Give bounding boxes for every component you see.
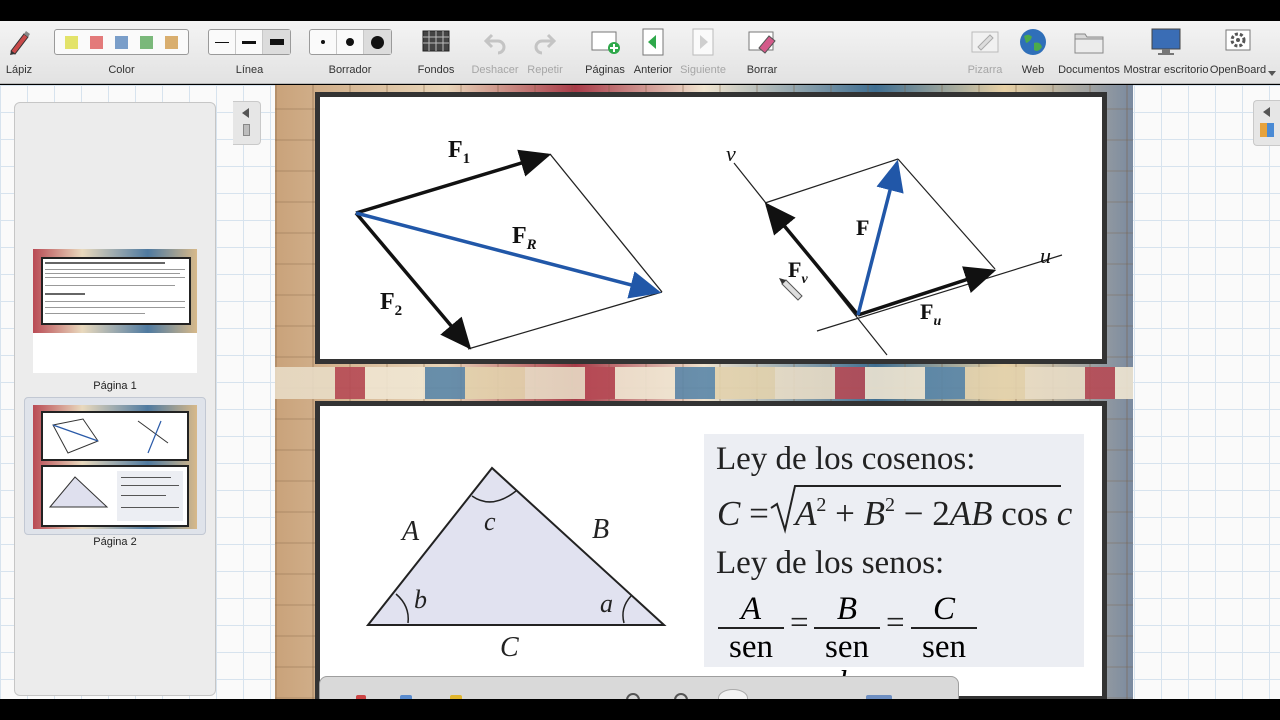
color-swatch-red[interactable] xyxy=(90,35,103,49)
fv-vector xyxy=(764,202,860,317)
angle-b-label: b xyxy=(414,585,427,614)
library-panel-tab[interactable] xyxy=(1253,100,1280,146)
clear-eraser-icon xyxy=(747,27,777,57)
eraser-size-options xyxy=(308,29,392,55)
documents-button[interactable]: Documentos xyxy=(1058,21,1120,84)
page-thumbnail-1[interactable]: Página 1 xyxy=(33,249,197,392)
page-content[interactable]: F1 F2 FR v u F Fv Fu A B C c b a Ley de … xyxy=(275,85,1133,699)
color-swatch-orange[interactable] xyxy=(165,35,178,49)
angle-a-label: a xyxy=(600,589,613,618)
library-icon xyxy=(1260,123,1274,137)
previous-page-button[interactable]: Anterior xyxy=(634,21,672,84)
line-thin-option[interactable] xyxy=(209,30,236,54)
decorative-strip xyxy=(275,367,1133,399)
page-thumbnail-2[interactable]: Página 2 xyxy=(33,405,197,548)
side-b-label: B xyxy=(592,514,609,545)
v-axis-label: v xyxy=(726,141,736,166)
backgrounds-button[interactable]: Fondos xyxy=(416,21,456,84)
pencil-tool[interactable]: Lápiz xyxy=(2,21,36,84)
f2-label: F2 xyxy=(380,289,402,319)
f1-vector xyxy=(355,149,552,215)
fr-vector xyxy=(355,211,662,299)
gear-icon xyxy=(1223,27,1253,57)
component-parallel xyxy=(764,158,899,204)
f2-vector xyxy=(354,211,472,350)
page-2-preview xyxy=(33,405,197,529)
law-of-sines-title: Ley de los senos: xyxy=(716,545,945,581)
u-axis-label: u xyxy=(1040,243,1051,268)
openboard-window: Lápiz Color Línea Borrador Fondos Deshac… xyxy=(0,0,1280,720)
color-swatch-yellow[interactable] xyxy=(65,35,78,49)
line-medium-option[interactable] xyxy=(236,30,263,54)
add-page-icon xyxy=(590,27,620,57)
pages-tab-icon xyxy=(243,124,250,136)
color-selector[interactable]: Color xyxy=(52,21,191,84)
parallelogram-side xyxy=(467,291,663,350)
board-button[interactable]: Pizarra xyxy=(968,21,1002,84)
color-swatch-green[interactable] xyxy=(140,35,153,49)
color-swatch-blue[interactable] xyxy=(115,35,128,49)
parallelogram-side xyxy=(549,153,663,293)
redo-button[interactable]: Repetir xyxy=(527,21,563,84)
collapse-arrow-icon xyxy=(242,108,249,118)
web-button[interactable]: Web xyxy=(1016,21,1050,84)
fu-label: Fu xyxy=(920,299,941,329)
monitor-icon xyxy=(1150,27,1182,57)
chevron-down-icon[interactable] xyxy=(1268,71,1276,76)
clear-page-button[interactable]: Borrar xyxy=(745,21,779,84)
page-1-preview xyxy=(33,249,197,373)
pencil-icon xyxy=(5,27,33,57)
law-of-cosines-title: Ley de los cosenos: xyxy=(716,441,976,477)
svg-text:A2 + B2 − 2AB cos c: A2 + B2 − 2AB cos c xyxy=(793,494,1073,533)
collapse-pages-panel-tab[interactable] xyxy=(233,101,261,145)
next-page-button[interactable]: Siguiente xyxy=(680,21,726,84)
undo-button[interactable]: Deshacer xyxy=(471,21,519,84)
board-icon xyxy=(970,27,1000,57)
vector-diagram-panel: F1 F2 FR v u F Fv Fu xyxy=(315,92,1107,364)
eraser-large-option[interactable] xyxy=(363,30,391,54)
previous-page-icon xyxy=(640,27,666,57)
main-toolbar: Lápiz Color Línea Borrador Fondos Deshac… xyxy=(0,21,1280,84)
f1-label: F1 xyxy=(448,137,470,167)
eraser-medium-option[interactable] xyxy=(337,30,364,54)
f-label: F xyxy=(856,215,869,240)
folder-icon xyxy=(1073,27,1105,57)
eraser-small-option[interactable] xyxy=(310,30,337,54)
page-1-label: Página 1 xyxy=(93,380,137,392)
show-desktop-button[interactable]: Mostrar escritorio xyxy=(1124,21,1208,84)
expand-arrow-icon xyxy=(1263,107,1270,117)
openboard-menu-button[interactable]: OpenBoard xyxy=(1210,21,1266,84)
component-parallel xyxy=(897,158,996,270)
undo-icon xyxy=(482,27,508,57)
color-swatches xyxy=(54,29,189,55)
angle-c-label: c xyxy=(484,507,496,536)
side-c-label: C xyxy=(500,632,519,663)
eraser-size-selector[interactable]: Borrador xyxy=(308,21,392,84)
vector-diagrams: F1 F2 FR v u F Fv Fu xyxy=(354,137,1063,356)
line-width-options xyxy=(208,29,291,55)
side-a-label: A xyxy=(400,516,420,547)
equals-sign: = xyxy=(886,605,905,641)
svg-text:C =: C = xyxy=(717,494,769,533)
line-width-selector[interactable]: Línea xyxy=(208,21,291,84)
page-2-label: Página 2 xyxy=(93,536,137,548)
fv-label: Fv xyxy=(788,257,808,287)
pages-panel: Página 1 Página 2 xyxy=(14,102,216,696)
next-page-icon xyxy=(690,27,716,57)
equals-sign: = xyxy=(790,605,809,641)
line-thick-option[interactable] xyxy=(263,30,290,54)
fr-label: FR xyxy=(512,223,537,253)
law-of-cosines-formula: C = A2 + B2 − 2AB cos c xyxy=(717,485,1073,534)
letterbox-top xyxy=(0,0,1280,21)
background-grid-icon xyxy=(422,27,450,57)
globe-icon xyxy=(1018,27,1048,57)
pages-button[interactable]: Páginas xyxy=(585,21,625,84)
letterbox-bottom xyxy=(0,699,1280,720)
redo-icon xyxy=(532,27,558,57)
